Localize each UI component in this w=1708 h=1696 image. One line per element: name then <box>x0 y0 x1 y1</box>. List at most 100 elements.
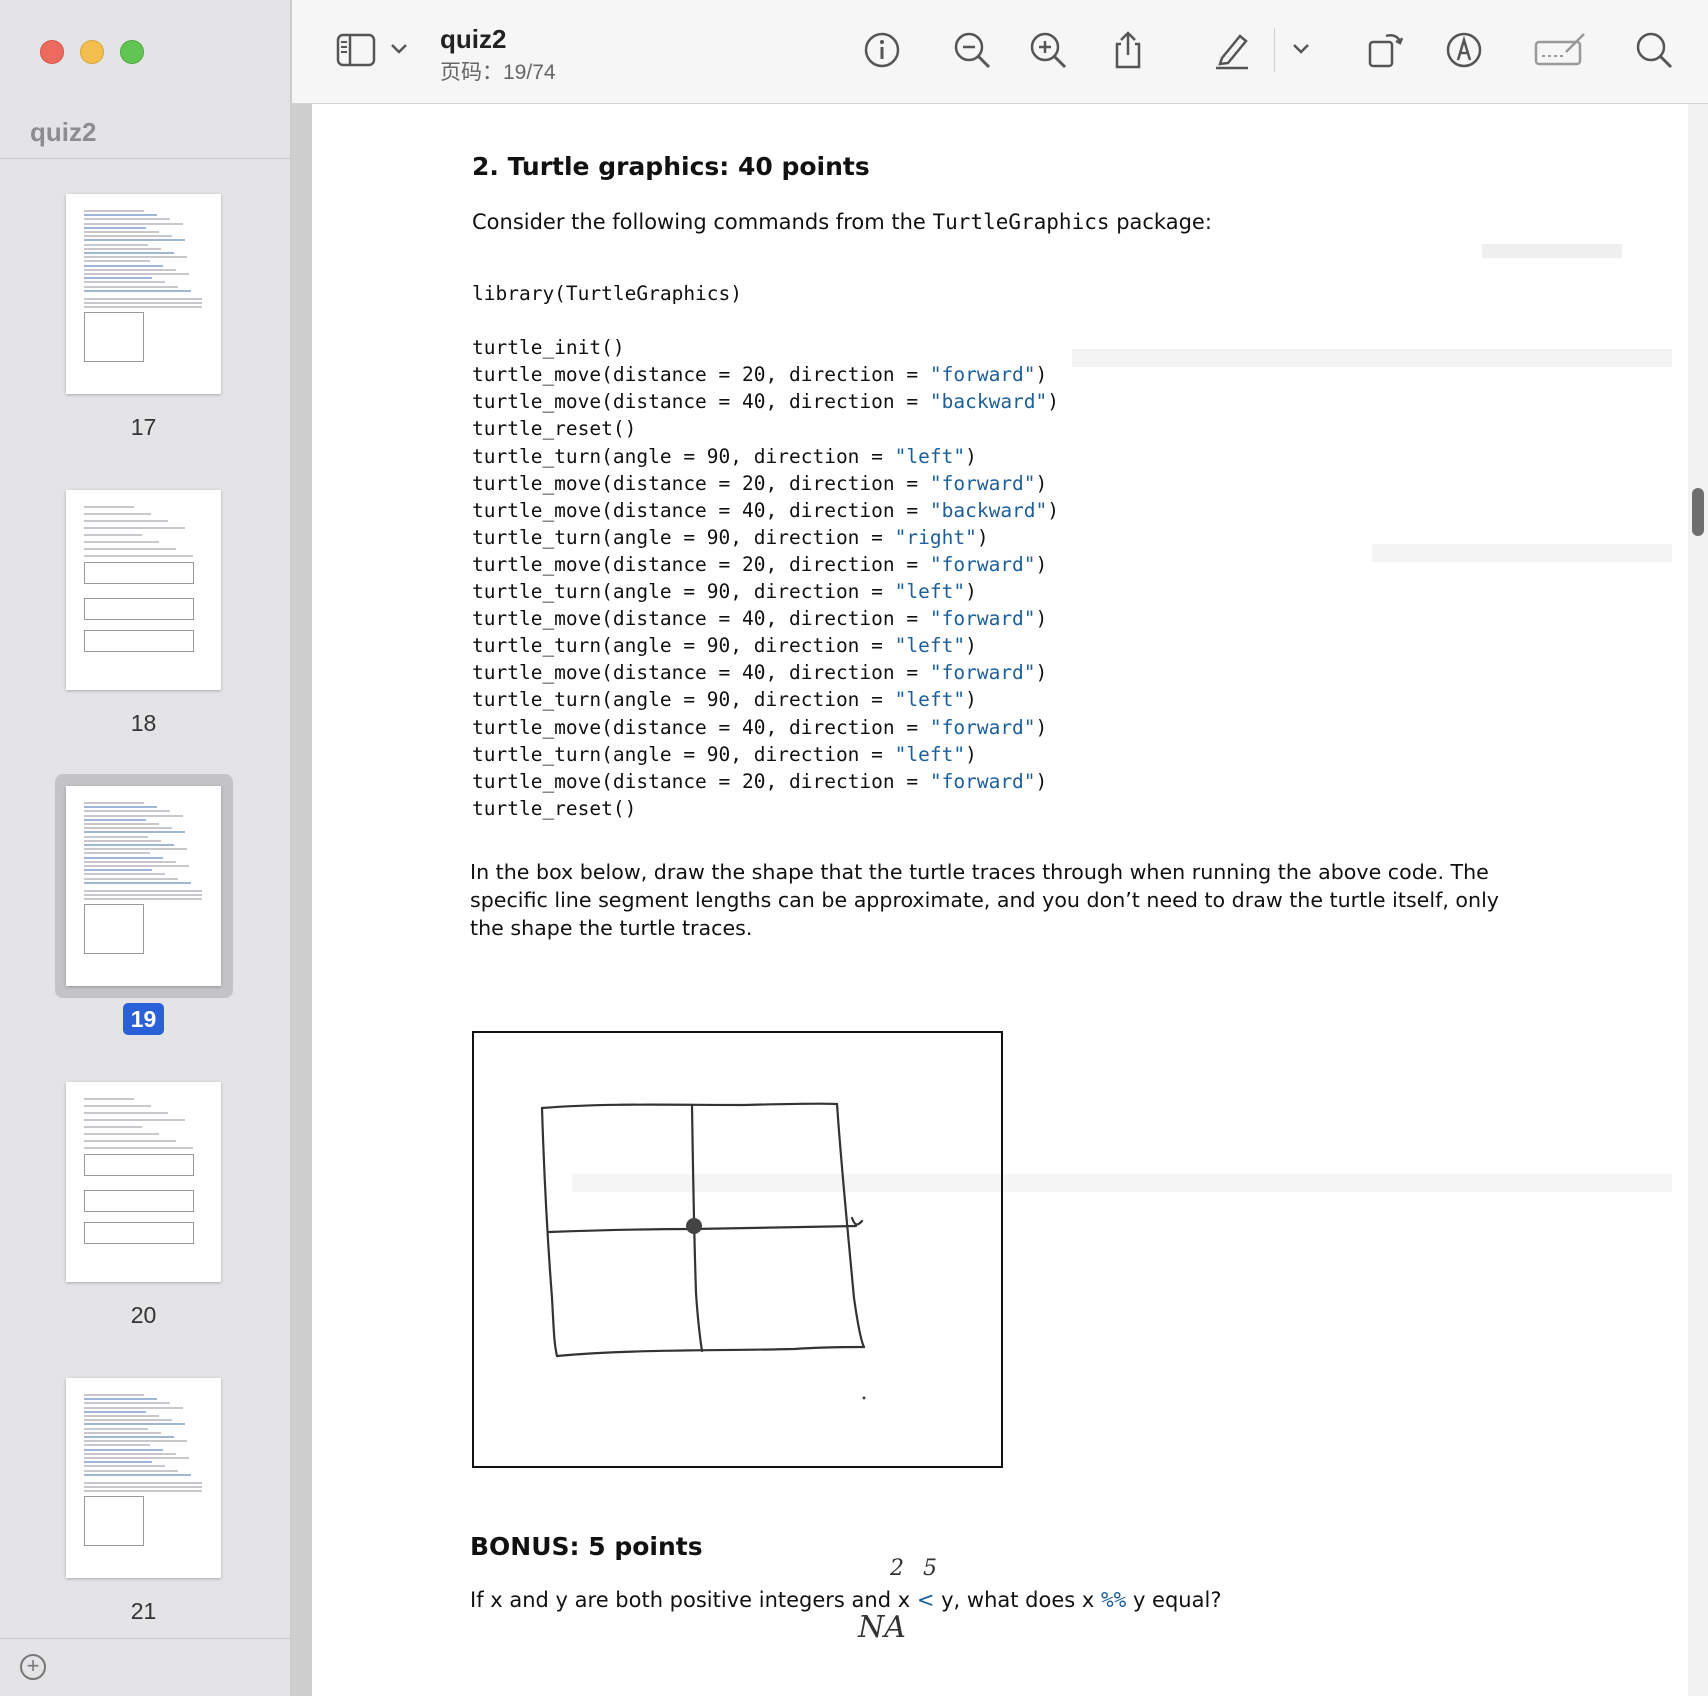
code-string: "forward" <box>929 607 1036 631</box>
page-thumbnail-1[interactable]: 18 <box>66 490 221 737</box>
thumbnail-image <box>66 1082 221 1282</box>
zoom-out-icon[interactable] <box>952 30 992 70</box>
document-viewer[interactable]: 2. Turtle graphics: 40 points Consider t… <box>292 104 1688 1696</box>
code-text: library(TurtleGraphics) <box>472 282 743 305</box>
code-line: turtle_move(distance = 40, direction = "… <box>472 497 1059 524</box>
code-line: turtle_move(distance = 40, direction = "… <box>472 659 1059 686</box>
chevron-down-icon[interactable] <box>1290 38 1312 60</box>
handwritten-answer: NA <box>858 1610 906 1645</box>
code-text: turtle_turn(angle = 90, direction = <box>472 580 895 604</box>
thumbnail-page-number: 19 <box>66 1003 221 1035</box>
thumbnail-image <box>66 1378 221 1578</box>
info-icon[interactable] <box>862 30 902 70</box>
code-text: ) <box>965 580 977 604</box>
page-number-label: 18 <box>130 710 157 736</box>
zoom-window-button[interactable] <box>120 40 144 64</box>
question-title: 2. Turtle graphics: 40 points <box>472 152 870 181</box>
package-name: TurtleGraphics <box>932 210 1110 234</box>
divider <box>0 1638 290 1639</box>
code-line: turtle_move(distance = 20, direction = "… <box>472 361 1059 388</box>
bonus-title: BONUS: 5 points <box>470 1532 703 1561</box>
minimize-window-button[interactable] <box>80 40 104 64</box>
code-string: "backward" <box>929 498 1048 522</box>
code-line: turtle_turn(angle = 90, direction = "rig… <box>472 524 1059 551</box>
code-string: "forward" <box>929 471 1036 495</box>
scrollbar-track[interactable] <box>1688 104 1708 1696</box>
close-window-button[interactable] <box>40 40 64 64</box>
toolbar: quiz2 页码：19/74 <box>292 0 1708 104</box>
code-text: turtle_move(distance = 40, direction = <box>472 661 930 685</box>
code-line: turtle_init() <box>472 334 1059 361</box>
page-number-label: 19 <box>122 1003 165 1035</box>
code-text: turtle_turn(angle = 90, direction = <box>472 525 895 549</box>
page-number-label: 20 <box>130 1302 157 1328</box>
search-icon[interactable] <box>1634 30 1674 70</box>
code-string: "left" <box>894 444 966 468</box>
thumbnail-image <box>66 194 221 394</box>
sidebar-toggle-icon[interactable] <box>336 33 376 67</box>
handwritten-turtle-drawing <box>540 1102 866 1400</box>
signature-icon[interactable] <box>1534 30 1586 70</box>
code-line: turtle_reset() <box>472 795 1059 822</box>
instructions-text: In the box below, draw the shape that th… <box>470 860 1499 940</box>
thumbnail-page-number: 18 <box>66 710 221 737</box>
scan-bleed-through <box>1372 544 1672 562</box>
markup-icon[interactable] <box>1444 30 1484 70</box>
page-thumbnail-4[interactable]: 21 <box>66 1378 221 1625</box>
code-text: ) <box>1047 498 1060 522</box>
page-number-label: 17 <box>130 414 157 440</box>
scrollbar-thumb[interactable] <box>1692 488 1704 536</box>
window-controls <box>40 40 144 64</box>
code-text: turtle_move(distance = 20, direction = <box>472 769 930 793</box>
document-title: quiz2 <box>440 24 507 54</box>
code-string: "left" <box>894 634 966 658</box>
page-indicator: 页码：19/74 <box>440 61 556 84</box>
code-text: turtle_move(distance = 20, direction = <box>472 552 930 576</box>
code-text: turtle_init() <box>472 336 625 360</box>
code-text: turtle_reset() <box>472 796 637 820</box>
divider <box>0 158 290 159</box>
code-string: "right" <box>894 525 977 549</box>
code-text: turtle_turn(angle = 90, direction = <box>472 634 895 658</box>
page-thumbnail-3[interactable]: 20 <box>66 1082 221 1329</box>
code-string: "forward" <box>929 363 1036 387</box>
page-number-label: 21 <box>130 1598 157 1624</box>
code-text: ) <box>1035 715 1048 739</box>
share-icon[interactable] <box>1108 30 1148 70</box>
modulo-operator: %% <box>1100 1588 1127 1612</box>
code-block: library(TurtleGraphics) turtle_init() tur… <box>472 280 1059 822</box>
code-string: "left" <box>894 580 966 604</box>
code-text: turtle_move(distance = 40, direction = <box>472 390 930 414</box>
code-line: turtle_turn(angle = 90, direction = "lef… <box>472 443 1059 470</box>
code-text: ) <box>965 688 977 712</box>
less-than-operator: < <box>916 1588 935 1612</box>
code-text: ) <box>1035 552 1048 576</box>
rotate-icon[interactable] <box>1364 30 1404 70</box>
page-thumbnail-2[interactable]: 19 <box>66 786 221 1035</box>
code-text: ) <box>965 444 977 468</box>
code-text: turtle_move(distance = 20, direction = <box>472 471 930 495</box>
add-page-button[interactable]: + <box>20 1654 46 1680</box>
thumbnail-image <box>66 786 221 986</box>
code-text: ) <box>1035 661 1048 685</box>
code-line: turtle_move(distance = 20, direction = "… <box>472 768 1059 795</box>
code-string: "backward" <box>929 390 1048 414</box>
bonus-text: If x and y are both positive integers an… <box>470 1588 917 1612</box>
thumbnail-page-number: 17 <box>66 414 221 441</box>
code-text: turtle_move(distance = 40, direction = <box>472 715 930 739</box>
code-line: turtle_turn(angle = 90, direction = "lef… <box>472 632 1059 659</box>
zoom-in-icon[interactable] <box>1028 30 1068 70</box>
code-string: "forward" <box>929 661 1036 685</box>
highlighter-icon[interactable] <box>1212 30 1252 70</box>
chevron-down-icon[interactable] <box>388 38 410 60</box>
code-text: ) <box>965 742 977 766</box>
code-text: turtle_reset() <box>472 417 637 441</box>
intro-text: package: <box>1109 210 1212 234</box>
scan-bleed-through <box>1482 244 1622 258</box>
thumbnail-page-number: 20 <box>66 1302 221 1329</box>
page-thumbnail-0[interactable]: 17 <box>66 194 221 441</box>
code-string: "left" <box>894 742 966 766</box>
code-text: ) <box>1035 769 1048 793</box>
pdf-page: 2. Turtle graphics: 40 points Consider t… <box>312 104 1688 1696</box>
